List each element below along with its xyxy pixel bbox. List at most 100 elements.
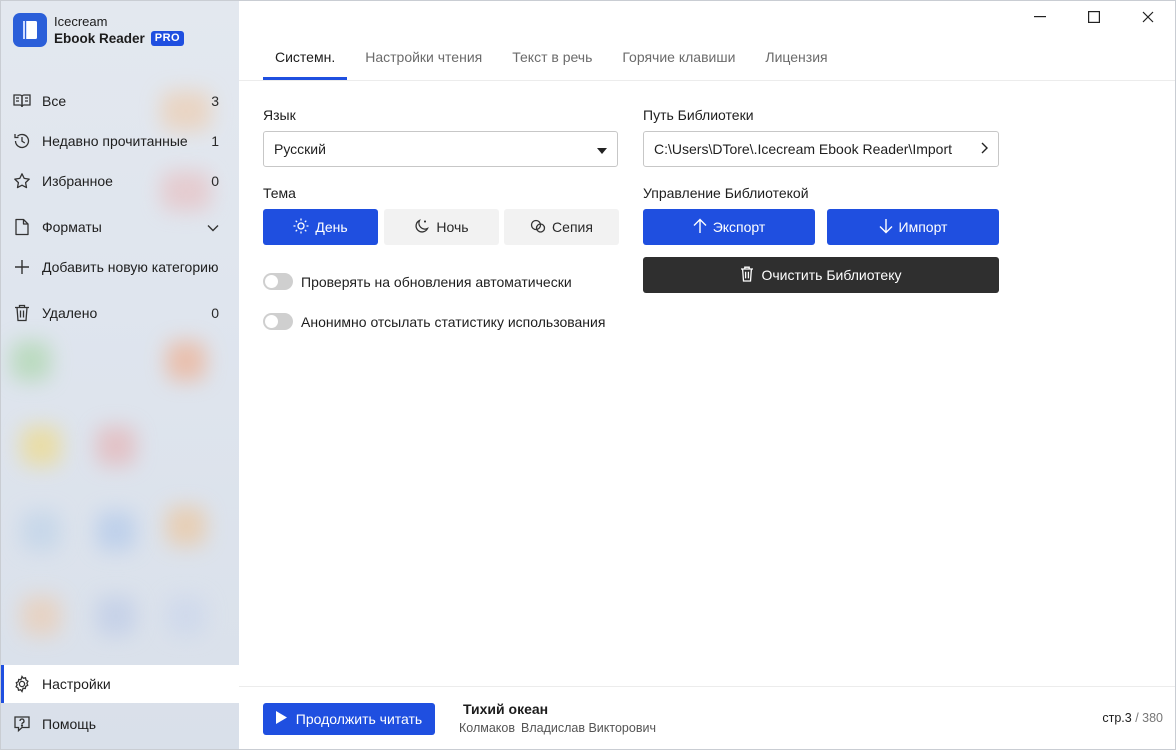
auto-update-label: Проверять на обновления автоматически [301, 273, 572, 290]
sidebar-item-help[interactable]: Помощь [1, 705, 239, 743]
app-logo-icon [13, 13, 47, 47]
book-title[interactable]: Тихий океан [463, 701, 548, 717]
app-brand: Icecream Ebook Reader PRO [13, 13, 185, 47]
language-value: Русский [274, 141, 326, 157]
app-name: Icecream [54, 14, 108, 29]
usage-stats-toggle[interactable] [263, 313, 293, 330]
library-manage-label: Управление Библиотекой [643, 185, 809, 201]
sidebar-item-all[interactable]: Все 3 [1, 82, 239, 120]
usage-stats-label: Анонимно отсылать статистику использован… [301, 313, 606, 330]
background-blur [21, 426, 61, 466]
arrow-up-icon [693, 218, 713, 237]
auto-update-toggle[interactable] [263, 273, 293, 290]
sidebar-item-favorites[interactable]: Избранное 0 [1, 162, 239, 200]
background-blur [166, 341, 206, 381]
sidebar-item-label: Настройки [42, 676, 111, 692]
sidebar-item-deleted[interactable]: Удалено 0 [1, 294, 239, 332]
theme-sepia-label: Сепия [552, 219, 593, 235]
current-page: стр.3 [1102, 711, 1132, 725]
background-blur [166, 506, 206, 546]
library-path-label: Путь Библиотеки [643, 107, 754, 123]
chevron-down-icon[interactable] [207, 219, 219, 235]
sidebar-item-count: 0 [211, 305, 219, 321]
background-blur [11, 341, 51, 381]
play-icon [275, 711, 296, 727]
theme-label: Тема [263, 185, 296, 201]
tab-reading-settings[interactable]: Настройки чтения [353, 43, 494, 80]
import-label: Импорт [898, 219, 948, 235]
now-reading-bar: Продолжить читать Тихий океан Колмаков Вл… [239, 686, 1175, 749]
import-button[interactable]: Импорт [827, 209, 999, 245]
sidebar-item-formats[interactable]: Форматы [1, 208, 239, 246]
sidebar-item-recent[interactable]: Недавно прочитанные 1 [1, 122, 239, 160]
author-first-name: Владислав Викторович [521, 721, 656, 735]
background-blur [96, 596, 136, 636]
background-blur [21, 511, 61, 551]
trash-icon [13, 304, 31, 322]
background-blur [96, 426, 136, 466]
export-button[interactable]: Экспорт [643, 209, 815, 245]
tabs-divider [239, 80, 1175, 81]
total-pages: / 380 [1131, 711, 1163, 725]
auto-update-row: Проверять на обновления автоматически [263, 273, 572, 290]
tab-license[interactable]: Лицензия [753, 43, 839, 80]
app-window: Icecream Ebook Reader PRO Все 3 Недавно … [0, 0, 1176, 750]
close-button[interactable] [1121, 1, 1175, 33]
sepia-icon [530, 218, 552, 237]
history-icon [13, 132, 31, 150]
minimize-button[interactable] [1013, 1, 1067, 33]
sidebar-item-label: Форматы [42, 219, 102, 235]
book-author: Колмаков Владислав Викторович [459, 721, 656, 735]
sidebar-item-label: Удалено [42, 305, 98, 321]
clear-library-button[interactable]: Очистить Библиотеку [643, 257, 999, 293]
sidebar-item-settings[interactable]: Настройки [1, 665, 239, 703]
sidebar-item-label: Недавно прочитанные [42, 133, 188, 149]
language-select[interactable]: Русский [263, 131, 618, 167]
sidebar-item-count: 0 [211, 173, 219, 189]
star-icon [13, 172, 31, 190]
gear-icon [13, 675, 31, 693]
clear-library-label: Очистить Библиотеку [761, 267, 902, 283]
continue-reading-button[interactable]: Продолжить читать [263, 703, 435, 735]
tab-text-to-speech[interactable]: Текст в речь [500, 43, 604, 80]
window-controls [1013, 1, 1175, 33]
chevron-right-icon [981, 141, 988, 157]
sidebar-item-count: 1 [211, 133, 219, 149]
sidebar-item-label: Помощь [42, 716, 97, 732]
sun-icon [293, 218, 315, 237]
background-blur [21, 596, 61, 636]
settings-panel: Системн. Настройки чтения Текст в речь Г… [239, 1, 1175, 749]
sidebar: Icecream Ebook Reader PRO Все 3 Недавно … [1, 1, 239, 749]
language-label: Язык [263, 107, 296, 123]
book-open-icon [13, 92, 31, 110]
continue-reading-label: Продолжить читать [295, 711, 423, 727]
background-blur [96, 511, 136, 551]
theme-night-button[interactable]: Ночь [384, 209, 499, 245]
export-label: Экспорт [712, 219, 766, 235]
plus-icon [13, 258, 31, 276]
library-path-field[interactable]: C:\Users\DTore\.Icecream Ebook Reader\Im… [643, 131, 999, 167]
theme-night-label: Ночь [436, 219, 469, 235]
sidebar-item-add-category[interactable]: Добавить новую категорию [1, 248, 239, 286]
theme-sepia-button[interactable]: Сепия [504, 209, 619, 245]
sidebar-item-count: 3 [211, 93, 219, 109]
page-indicator: стр.3 / 380 [1102, 711, 1163, 725]
maximize-button[interactable] [1067, 1, 1121, 33]
sidebar-item-label: Добавить новую категорию [42, 259, 219, 275]
library-path-value: C:\Users\DTore\.Icecream Ebook Reader\Im… [654, 141, 952, 157]
tab-system[interactable]: Системн. [263, 43, 348, 80]
background-blur [166, 596, 206, 636]
help-icon [13, 715, 31, 733]
pro-badge: PRO [150, 31, 185, 46]
sidebar-item-label: Все [42, 93, 67, 109]
theme-day-button[interactable]: День [263, 209, 378, 245]
sidebar-item-label: Избранное [42, 173, 113, 189]
arrow-down-icon [879, 218, 899, 237]
author-last-name: Колмаков [459, 721, 515, 735]
moon-icon [414, 218, 436, 237]
file-icon [13, 218, 31, 236]
app-product: Ebook Reader [54, 31, 145, 46]
dropdown-arrow-icon [597, 141, 607, 157]
settings-tabs: Системн. Настройки чтения Текст в речь Г… [263, 43, 846, 80]
tab-hotkeys[interactable]: Горячие клавиши [610, 43, 747, 80]
